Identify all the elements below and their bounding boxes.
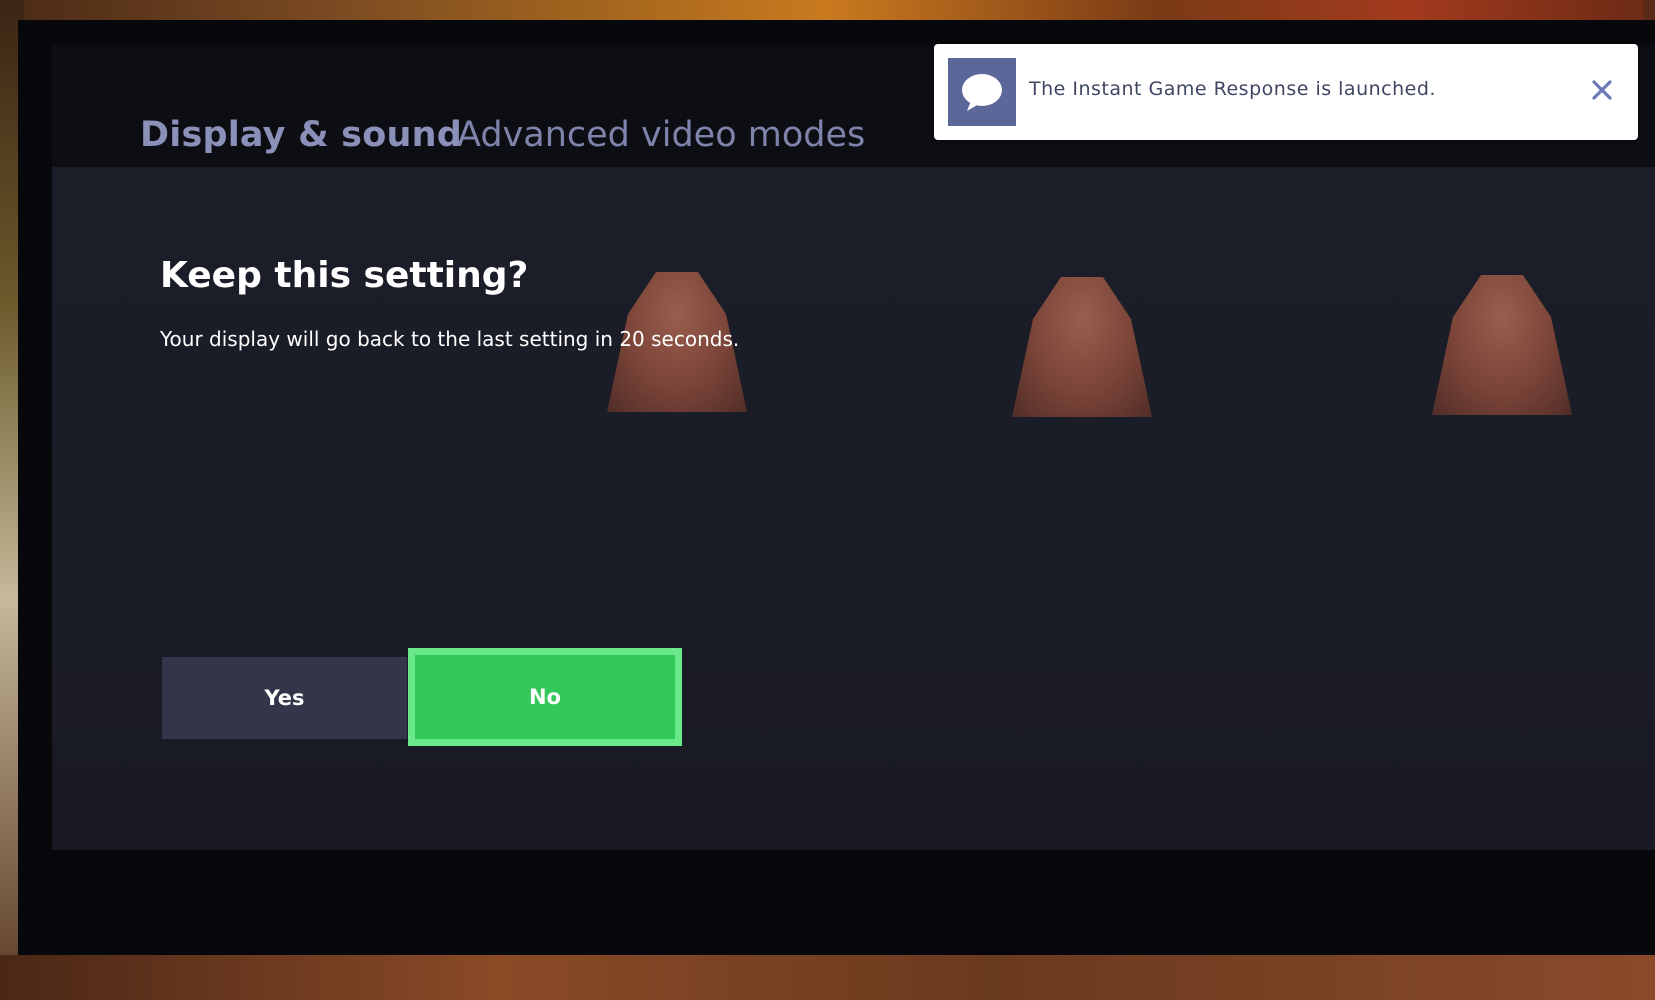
section-title: Display & sound xyxy=(140,115,462,155)
dialog-title: Keep this setting? xyxy=(160,255,529,296)
tv-bezel: Display & sound Advanced video modes Kee… xyxy=(18,20,1655,955)
dialog-content-area: Keep this setting? Your display will go … xyxy=(52,167,1655,850)
notification-message: The Instant Game Response is launched. xyxy=(1029,78,1436,100)
background-lamp xyxy=(1012,277,1152,417)
close-icon[interactable] xyxy=(1586,74,1618,106)
yes-button[interactable]: Yes xyxy=(162,657,407,739)
no-button[interactable]: No xyxy=(408,648,682,746)
chat-bubble-icon xyxy=(948,58,1016,126)
no-button-label: No xyxy=(528,685,561,709)
yes-button-label: Yes xyxy=(264,686,305,710)
background-lamp xyxy=(1432,275,1572,415)
room-background-bottom xyxy=(0,955,1655,1000)
page-title: Advanced video modes xyxy=(457,115,866,155)
notification-toast[interactable]: The Instant Game Response is launched. xyxy=(934,44,1638,140)
dialog-message: Your display will go back to the last se… xyxy=(160,327,740,351)
tv-screen: Display & sound Advanced video modes Kee… xyxy=(52,45,1655,850)
